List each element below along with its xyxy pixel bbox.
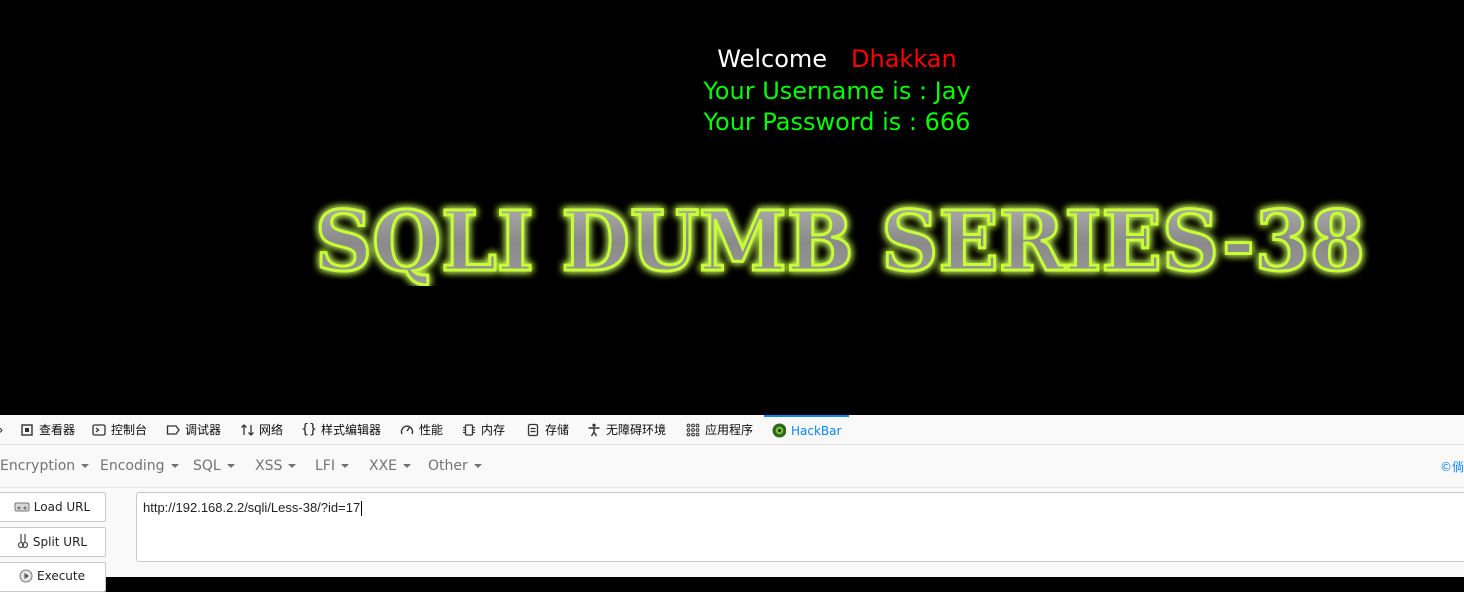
hackbar-menubar: Encryption Encoding SQL XSS LFI XXE Othe… [0,445,1464,488]
welcome-name: Dhakkan [851,45,957,73]
menu-label: Encryption [0,458,76,474]
password-line: Your Password is : 666 [703,108,971,136]
tab-label: 调试器 [185,423,222,437]
tab-label: 样式编辑器 [321,423,382,437]
url-textarea[interactable]: http://192.168.2.2/sqli/Less-38/?id=17 [136,492,1464,562]
tab-label: 性能 [419,423,444,437]
tab-accessibility[interactable]: 无障碍环境 [587,415,666,444]
split-url-label: Split URL [32,535,88,549]
chevron-down-icon [170,464,179,468]
vulnerable-page: Welcome Dhakkan Your Username is : Jay Yo… [0,0,1464,415]
execute-button[interactable]: Execute [0,562,106,592]
execute-label: Execute [37,569,85,583]
storage-icon [526,423,540,437]
tab-hackbar[interactable]: HackBar [764,415,850,444]
tab-label: 无障碍环境 [606,423,667,437]
performance-icon [400,423,414,437]
tab-application[interactable]: 应用程序 [686,415,753,444]
chevron-down-icon [473,464,482,468]
chevron-down-icon [288,464,297,468]
devtools-tabbar: › 查看器 控制台 调试器 网络 {} 样式编辑器 性能 内存 [0,415,1464,445]
network-icon [240,423,254,437]
split-url-button[interactable]: Split URL [0,527,106,557]
style-editor-icon: {} [301,422,317,437]
devtools-panel: › 查看器 控制台 调试器 网络 {} 样式编辑器 性能 内存 [0,415,1464,592]
tab-storage[interactable]: 存储 [526,415,569,444]
menu-label: SQL [193,458,221,474]
tab-debugger[interactable]: 调试器 [166,415,221,444]
tab-performance[interactable]: 性能 [400,415,443,444]
copyright-link[interactable]: ©倘 [1440,445,1464,487]
load-url-button[interactable]: Load URL [0,492,106,522]
tab-label: 网络 [259,423,284,437]
accessibility-icon [587,423,601,437]
application-icon [686,423,700,437]
menu-label: Other [428,458,468,474]
load-url-icon [14,500,30,515]
tab-inspector[interactable]: 查看器 [20,415,75,444]
menu-encryption[interactable]: Encryption [0,445,90,487]
tab-label: 应用程序 [705,423,754,437]
menu-lfi[interactable]: LFI [315,445,349,487]
tab-overflow[interactable]: › [0,415,8,444]
menu-label: XXE [369,458,398,474]
tab-style-editor[interactable]: {} 样式编辑器 [301,415,382,444]
chevron-down-icon [340,464,349,468]
menu-label: Encoding [100,458,165,474]
execute-icon [19,569,33,586]
chevron-down-icon [81,464,90,468]
menu-sql[interactable]: SQL [193,445,235,487]
username-line: Your Username is : Jay [703,77,971,105]
tab-label: 内存 [481,423,506,437]
overflow-icon: › [0,423,8,437]
tab-label: 查看器 [39,423,76,437]
inspector-icon [20,423,34,437]
tab-memory[interactable]: 内存 [462,415,505,444]
tab-label: 控制台 [111,423,148,437]
tab-label: HackBar [791,423,842,438]
debugger-icon [166,423,180,437]
tab-label: 存储 [545,423,570,437]
menu-encoding[interactable]: Encoding [100,445,179,487]
chevron-down-icon [226,464,235,468]
load-url-label: Load URL [33,500,91,514]
menu-other[interactable]: Other [428,445,482,487]
console-icon [92,423,106,437]
series-banner: SQLI DUMB SERIES-38 [314,196,1367,286]
menu-xss[interactable]: XSS [255,445,297,487]
welcome-line: Welcome Dhakkan [0,44,1464,75]
url-value: http://192.168.2.2/sqli/Less-38/?id=17 [143,500,361,515]
menu-xxe[interactable]: XXE [369,445,412,487]
memory-icon [462,423,476,437]
tab-network[interactable]: 网络 [240,415,283,444]
text-cursor [361,501,363,517]
menu-label: XSS [255,458,283,474]
tab-console[interactable]: 控制台 [92,415,147,444]
welcome-text: Welcome [717,45,828,73]
split-url-icon [17,533,29,552]
hackbar-icon [772,423,786,438]
banner-text: SQLI DUMB SERIES-38 [315,196,1365,286]
chevron-down-icon [403,464,412,468]
menu-label: LFI [315,458,335,474]
